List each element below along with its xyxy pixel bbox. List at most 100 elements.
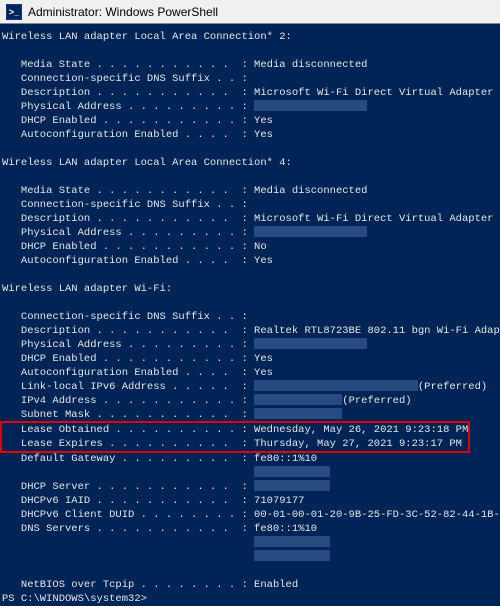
output-row: DHCP Enabled . . . . . . . . . . . : Yes: [2, 114, 498, 128]
output-row: Default Gateway . . . . . . . . . : fe80…: [2, 452, 498, 466]
output-row: Description . . . . . . . . . . . : Micr…: [2, 86, 498, 100]
output-row: Subnet Mask . . . . . . . . . . . : XXXX…: [2, 408, 498, 422]
row-value: fe80::1%10: [254, 452, 317, 466]
output-row: XXXXXXXXXXXX: [2, 466, 498, 480]
output-row: DNS Servers . . . . . . . . . . . : fe80…: [2, 522, 498, 536]
row-label: NetBIOS over Tcpip . . . . . . . . :: [2, 578, 254, 592]
row-label: DHCP Enabled . . . . . . . . . . . :: [2, 114, 254, 128]
row-label: DHCP Enabled . . . . . . . . . . . :: [2, 352, 254, 366]
output-row: DHCP Enabled . . . . . . . . . . . : Yes: [2, 352, 498, 366]
row-label: Autoconfiguration Enabled . . . . :: [2, 366, 254, 380]
row-value: Wednesday, May 26, 2021 9:23:18 PM: [254, 423, 468, 437]
powershell-icon: >_: [6, 4, 22, 20]
output-row: Connection-specific DNS Suffix . . :: [2, 310, 498, 324]
redacted-value: XXXXXXXXXXXXXXXXXX: [254, 338, 367, 349]
row-label: DHCPv6 Client DUID . . . . . . . . :: [2, 508, 254, 522]
window-title: Administrator: Windows PowerShell: [28, 5, 218, 19]
row-value: Media disconnected: [254, 184, 367, 198]
row-label: Autoconfiguration Enabled . . . . :: [2, 254, 254, 268]
redacted-value: XXXXXXXXXXXX: [254, 480, 330, 491]
output-row: Description . . . . . . . . . . . : Micr…: [2, 212, 498, 226]
blank-line: [2, 170, 498, 184]
row-value: Microsoft Wi-Fi Direct Virtual Adapter #…: [254, 212, 500, 226]
row-label: Subnet Mask . . . . . . . . . . . :: [2, 408, 254, 422]
row-label: Media State . . . . . . . . . . . :: [2, 58, 254, 72]
row-label: [2, 550, 254, 564]
section-header: Wireless LAN adapter Local Area Connecti…: [2, 30, 498, 44]
terminal-output[interactable]: Wireless LAN adapter Local Area Connecti…: [0, 24, 500, 606]
row-value: 71079177: [254, 494, 304, 508]
row-label: [2, 466, 254, 480]
row-label: DHCPv6 IAID . . . . . . . . . . . :: [2, 494, 254, 508]
output-row: Media State . . . . . . . . . . . : Medi…: [2, 184, 498, 198]
row-label: Physical Address . . . . . . . . . :: [2, 100, 254, 114]
row-label: Description . . . . . . . . . . . :: [2, 212, 254, 226]
redacted-value: XXXXXXXXXXXXXX: [254, 394, 342, 405]
output-row: Lease Expires . . . . . . . . . . : Thur…: [2, 437, 468, 451]
output-row: XXXXXXXXXXXX: [2, 550, 498, 564]
output-row: Link-local IPv6 Address . . . . . : XXXX…: [2, 380, 498, 394]
row-label: DHCP Enabled . . . . . . . . . . . :: [2, 240, 254, 254]
output-row: DHCPv6 IAID . . . . . . . . . . . : 7107…: [2, 494, 498, 508]
output-row: DHCP Server . . . . . . . . . . . : XXXX…: [2, 480, 498, 494]
output-row: Autoconfiguration Enabled . . . . : Yes: [2, 366, 498, 380]
output-row: DHCP Enabled . . . . . . . . . . . : No: [2, 240, 498, 254]
row-label: Physical Address . . . . . . . . . :: [2, 226, 254, 240]
output-row: DHCPv6 Client DUID . . . . . . . . : 00-…: [2, 508, 498, 522]
row-value: Yes: [254, 366, 273, 380]
output-row: IPv4 Address . . . . . . . . . . . : XXX…: [2, 394, 498, 408]
output-row: Media State . . . . . . . . . . . : Medi…: [2, 58, 498, 72]
powershell-prompt[interactable]: PS C:\WINDOWS\system32>: [2, 592, 498, 606]
output-row: Lease Obtained . . . . . . . . . . : Wed…: [2, 423, 468, 437]
row-value: Microsoft Wi-Fi Direct Virtual Adapter: [254, 86, 493, 100]
row-label: Description . . . . . . . . . . . :: [2, 86, 254, 100]
row-value: Yes: [254, 128, 273, 142]
output-row: Description . . . . . . . . . . . : Real…: [2, 324, 498, 338]
blank-line: [2, 268, 498, 282]
output-row: Physical Address . . . . . . . . . : XXX…: [2, 226, 498, 240]
row-label: Connection-specific DNS Suffix . . :: [2, 310, 254, 324]
row-label: Media State . . . . . . . . . . . :: [2, 184, 254, 198]
row-label: Connection-specific DNS Suffix . . :: [2, 72, 254, 86]
output-row: Connection-specific DNS Suffix . . :: [2, 72, 498, 86]
row-value: Yes: [254, 114, 273, 128]
section-header: Wireless LAN adapter Local Area Connecti…: [2, 156, 498, 170]
row-label: DHCP Server . . . . . . . . . . . :: [2, 480, 254, 494]
row-label: [2, 536, 254, 550]
row-label: Lease Expires . . . . . . . . . . :: [2, 437, 254, 451]
blank-line: [2, 564, 498, 578]
blank-line: [2, 142, 498, 156]
row-label: Lease Obtained . . . . . . . . . . :: [2, 423, 254, 437]
output-row: Physical Address . . . . . . . . . : XXX…: [2, 338, 498, 352]
window-titlebar[interactable]: >_ Administrator: Windows PowerShell: [0, 0, 500, 24]
output-row: XXXXXXXXXXXX: [2, 536, 498, 550]
row-value: fe80::1%10: [254, 522, 317, 536]
row-value: Realtek RTL8723BE 802.11 bgn Wi-Fi Adapt…: [254, 324, 500, 338]
row-value: Yes: [254, 352, 273, 366]
blank-line: [2, 296, 498, 310]
row-label: Physical Address . . . . . . . . . :: [2, 338, 254, 352]
redacted-value: XXXXXXXXXXXXXXXXXX: [254, 100, 367, 111]
output-row: NetBIOS over Tcpip . . . . . . . . : Ena…: [2, 578, 498, 592]
blank-line: [2, 44, 498, 58]
row-value: Yes: [254, 254, 273, 268]
redacted-value: XXXXXXXXXXXXXX: [254, 408, 342, 419]
row-value: No: [254, 240, 267, 254]
section-header: Wireless LAN adapter Wi-Fi:: [2, 282, 498, 296]
row-label: Link-local IPv6 Address . . . . . :: [2, 380, 254, 394]
row-label: IPv4 Address . . . . . . . . . . . :: [2, 394, 254, 408]
row-value: (Preferred): [342, 394, 411, 408]
redacted-value: XXXXXXXXXXXX: [254, 536, 330, 547]
row-label: DNS Servers . . . . . . . . . . . :: [2, 522, 254, 536]
row-label: Connection-specific DNS Suffix . . :: [2, 198, 254, 212]
output-row: Physical Address . . . . . . . . . : XXX…: [2, 100, 498, 114]
row-value: (Preferred): [418, 380, 487, 394]
redacted-value: XXXXXXXXXXXX: [254, 466, 330, 477]
row-label: Autoconfiguration Enabled . . . . :: [2, 128, 254, 142]
row-value: 00-01-00-01-20-9B-25-FD-3C-52-82-44-1B-1…: [254, 508, 500, 522]
row-label: Description . . . . . . . . . . . :: [2, 324, 254, 338]
output-row: Autoconfiguration Enabled . . . . : Yes: [2, 128, 498, 142]
redacted-value: XXXXXXXXXXXXXXXXXXXXXXXXXX: [254, 380, 418, 391]
output-row: Autoconfiguration Enabled . . . . : Yes: [2, 254, 498, 268]
row-value: Media disconnected: [254, 58, 367, 72]
